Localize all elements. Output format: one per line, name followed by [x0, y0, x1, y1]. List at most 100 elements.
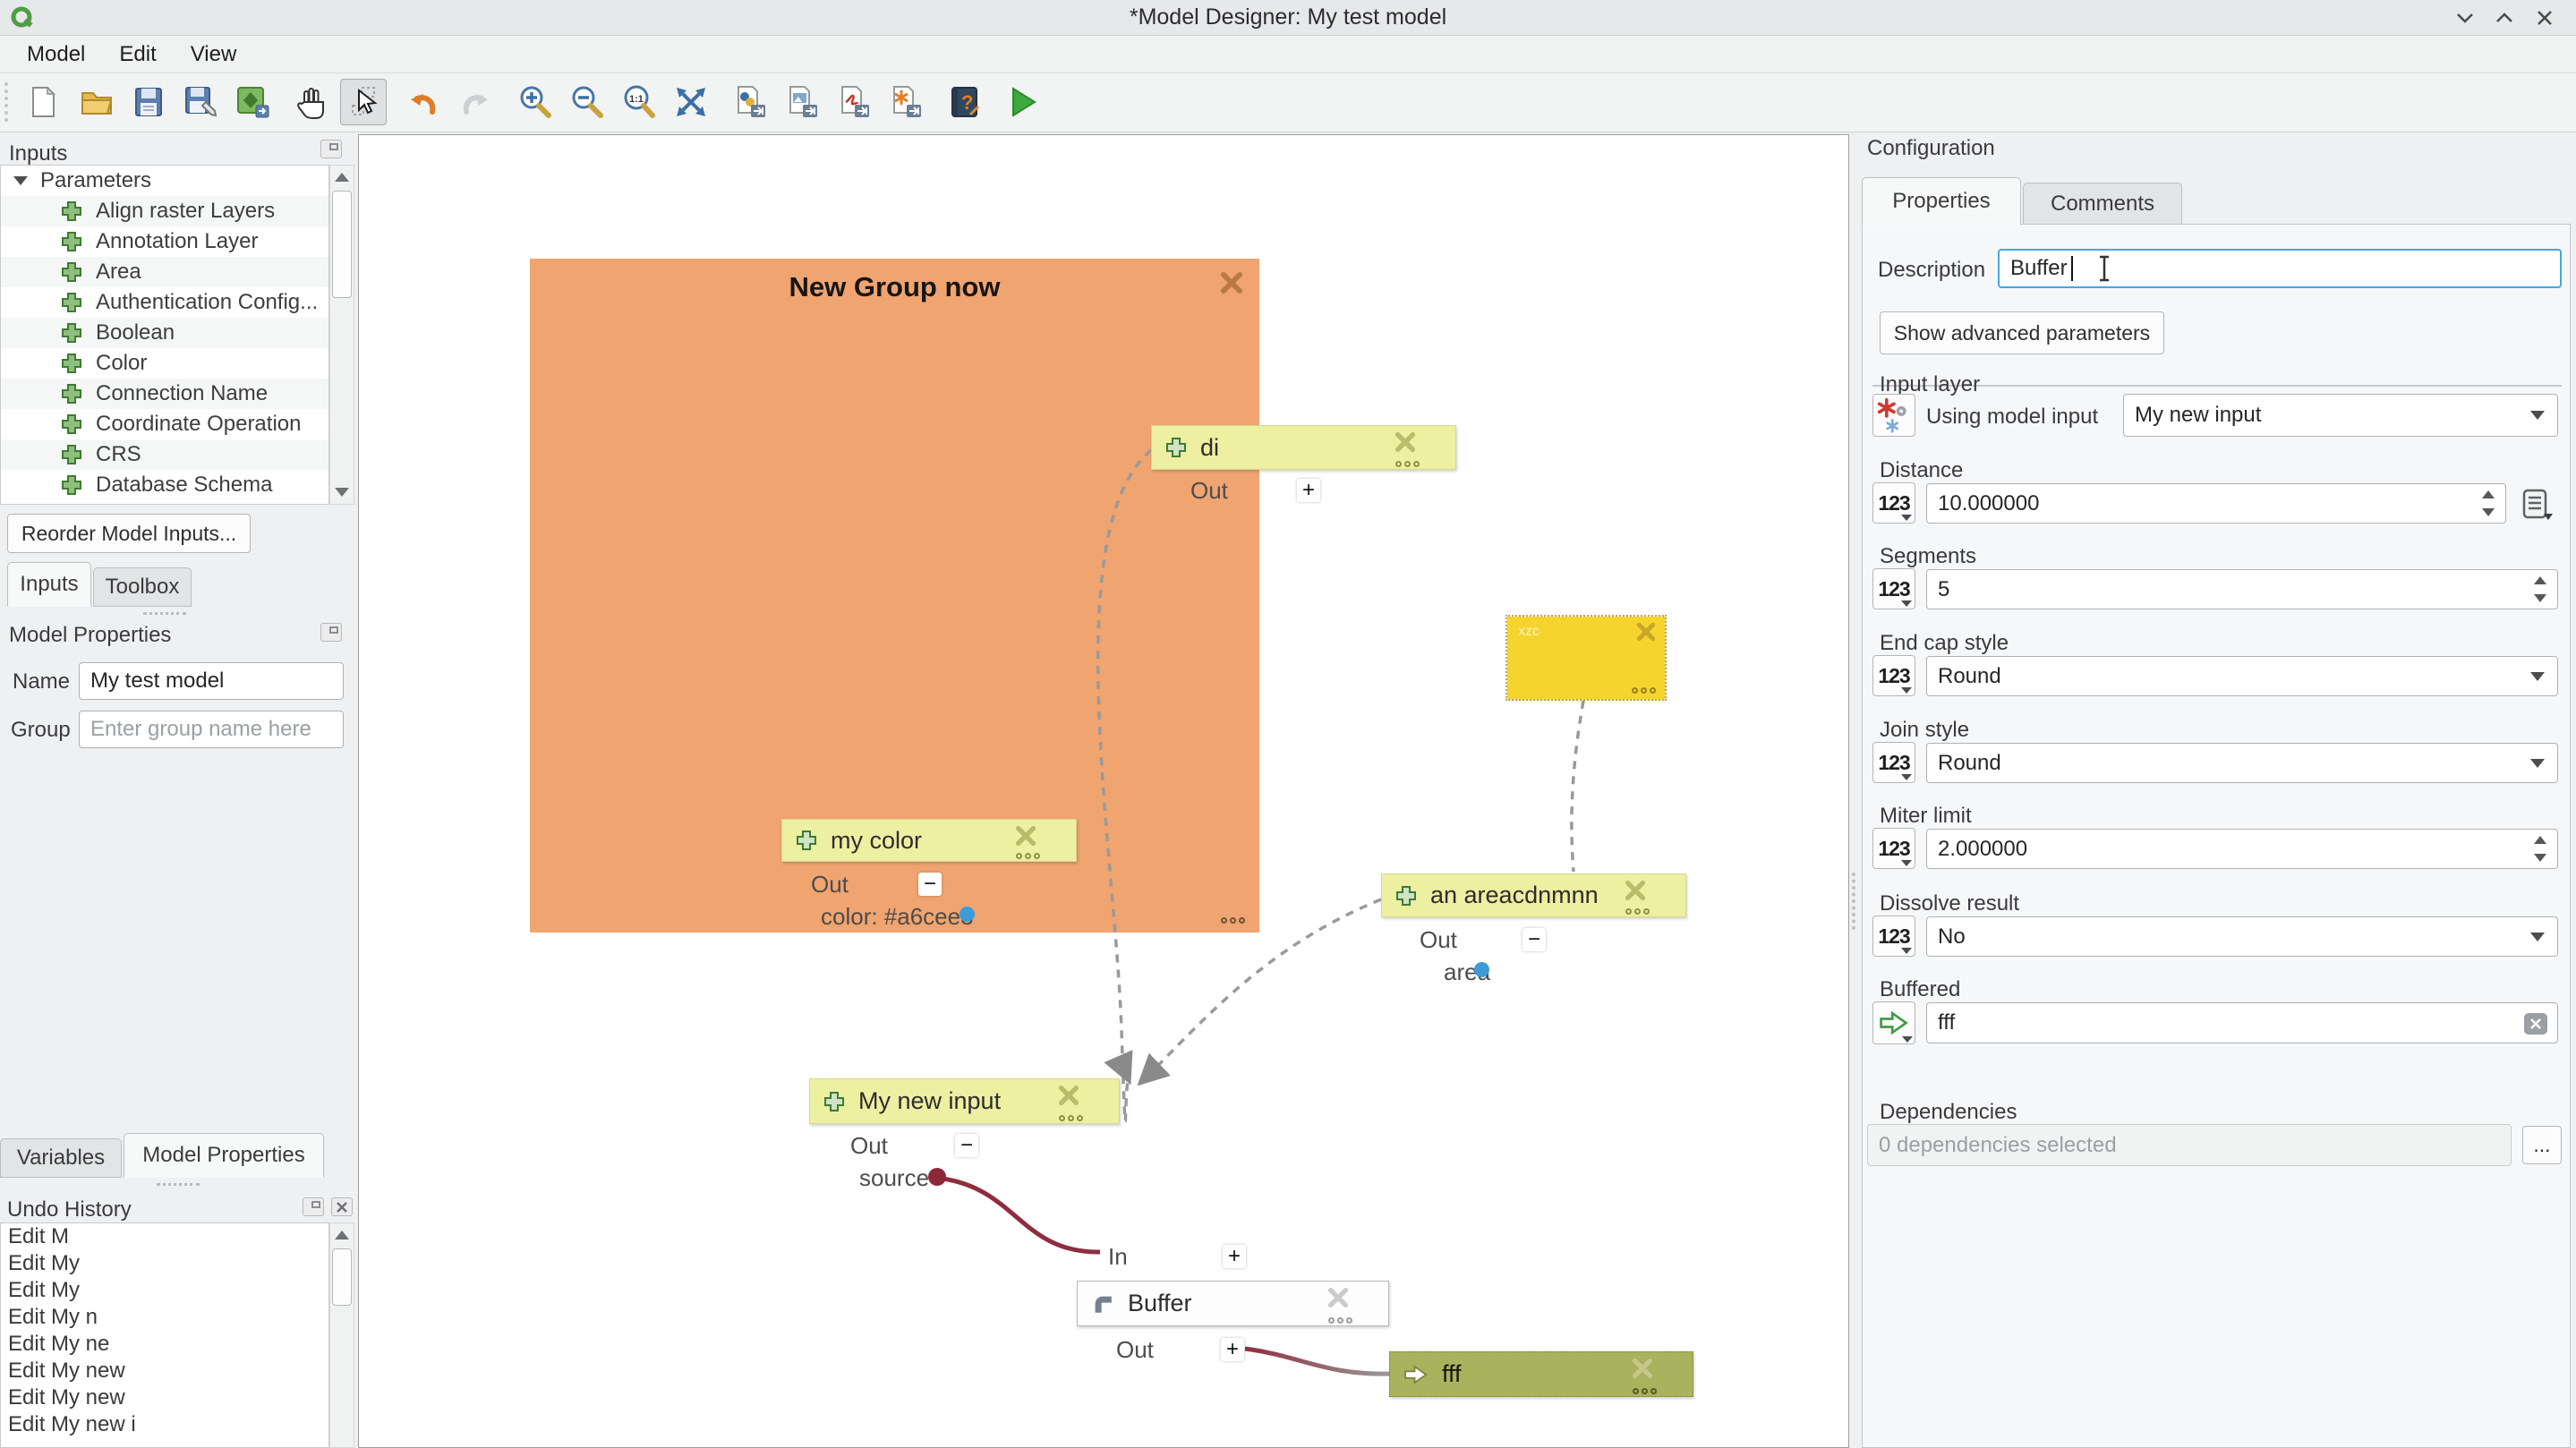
dependencies-more-button[interactable]: ...: [2522, 1126, 2562, 1164]
delete-node-icon[interactable]: [1015, 825, 1036, 847]
spin-arrows-icon[interactable]: [2527, 573, 2554, 606]
dock-splitter-handle[interactable]: [143, 612, 186, 615]
distance-iterate-icon[interactable]: [2517, 487, 2556, 527]
parameter-item[interactable]: CRS: [1, 439, 328, 470]
parameter-item[interactable]: Align raster Layers: [1, 196, 328, 226]
port-toggle[interactable]: +: [1221, 1338, 1244, 1361]
save-model-icon[interactable]: [125, 79, 172, 125]
model-canvas[interactable]: New Group now xzc di Out + my color Out: [358, 134, 1849, 1448]
show-advanced-parameters-button[interactable]: Show advanced parameters: [1880, 311, 2164, 354]
parameter-item[interactable]: Color: [1, 348, 328, 379]
tab-comments[interactable]: Comments: [2023, 183, 2182, 226]
parameter-item[interactable]: Database Schema: [1, 470, 328, 500]
menu-item[interactable]: View: [176, 38, 252, 71]
model-group-input[interactable]: Enter group name here: [79, 711, 344, 748]
close-window-icon[interactable]: [2535, 9, 2555, 27]
end-cap-type-badge[interactable]: 123: [1872, 655, 1915, 696]
tab-variables[interactable]: Variables: [0, 1138, 122, 1178]
undo-history-item[interactable]: Edit My new: [8, 1384, 328, 1411]
join-style-select[interactable]: Round: [1926, 743, 2558, 783]
buffered-name-input[interactable]: fff: [1926, 1002, 2558, 1043]
delete-group-icon[interactable]: [1220, 271, 1243, 294]
undo-history-item[interactable]: Edit My: [8, 1250, 328, 1277]
node-di[interactable]: di: [1151, 425, 1456, 470]
inputs-float-icon[interactable]: [320, 140, 342, 158]
tab-properties[interactable]: Properties: [1862, 177, 2021, 226]
node-menu-dots-icon[interactable]: [1625, 908, 1650, 915]
dissolve-type-badge[interactable]: 123: [1872, 916, 1915, 957]
zoom-actual-icon[interactable]: 1:1: [616, 79, 662, 125]
node-menu-dots-icon[interactable]: [1059, 1115, 1083, 1121]
save-model-as-icon[interactable]: [177, 79, 224, 125]
delete-node-icon[interactable]: [1058, 1085, 1079, 1106]
undo-history-item[interactable]: Edit My: [8, 1277, 328, 1304]
parameter-item[interactable]: Coordinate Operation: [1, 409, 328, 439]
export-image-file-icon[interactable]: [779, 79, 825, 125]
miter-limit-type-badge[interactable]: 123: [1872, 828, 1915, 869]
parameter-item[interactable]: Area: [1, 257, 328, 287]
undo-history-item[interactable]: Edit My ne: [8, 1331, 328, 1358]
node-menu-dots-icon[interactable]: [1633, 1388, 1657, 1394]
minimize-icon[interactable]: [2454, 9, 2476, 27]
undo-history-item[interactable]: Edit M: [8, 1223, 328, 1250]
parameter-item[interactable]: Annotation Layer: [1, 226, 328, 257]
parameters-scrollbar[interactable]: [329, 165, 354, 505]
undo-history-float-icon[interactable]: [303, 1197, 324, 1216]
dissolve-result-select[interactable]: No: [1926, 916, 2558, 957]
segments-input[interactable]: 5: [1926, 569, 2558, 609]
clear-text-icon[interactable]: [2523, 1012, 2548, 1035]
tree-root-parameters[interactable]: Parameters: [1, 166, 328, 196]
menu-item[interactable]: Model: [13, 38, 99, 71]
port-toggle[interactable]: −: [1523, 928, 1546, 951]
segments-type-badge[interactable]: 123: [1872, 568, 1915, 609]
dock-splitter-handle-2[interactable]: [157, 1183, 200, 1186]
input-layer-source-icon[interactable]: [1872, 394, 1915, 437]
new-model-icon[interactable]: [20, 79, 66, 125]
model-properties-float-icon[interactable]: [320, 623, 342, 642]
source-dot[interactable]: [928, 1168, 946, 1186]
expand-arrow-icon[interactable]: [13, 176, 28, 185]
export-python-icon[interactable]: [727, 79, 773, 125]
comment-box[interactable]: xzc: [1507, 617, 1665, 699]
parameter-item[interactable]: Boolean: [1, 318, 328, 348]
description-input[interactable]: Buffer: [1998, 249, 2562, 288]
distance-input[interactable]: 10.000000: [1926, 483, 2506, 524]
tab-model-properties[interactable]: Model Properties: [124, 1133, 324, 1178]
export-pdf-icon[interactable]: [831, 79, 877, 125]
redo-icon[interactable]: [453, 79, 499, 125]
undo-history-close-icon[interactable]: [331, 1197, 353, 1216]
spin-arrows-icon[interactable]: [2475, 487, 2502, 520]
port-toggle[interactable]: +: [1297, 479, 1320, 502]
buffered-output-icon[interactable]: [1872, 1001, 1915, 1044]
node-menu-dots-icon[interactable]: [1395, 461, 1420, 467]
export-svg-icon[interactable]: [883, 79, 929, 125]
run-model-icon[interactable]: [999, 79, 1045, 125]
delete-comment-icon[interactable]: [1636, 622, 1656, 642]
comment-menu-dots-icon[interactable]: [1632, 687, 1656, 694]
node-an-area[interactable]: an areacdnmnn: [1381, 873, 1686, 917]
port-toggle[interactable]: +: [1223, 1245, 1246, 1268]
undo-history-item[interactable]: Edit My n: [8, 1304, 328, 1331]
node-menu-dots-icon[interactable]: [1328, 1317, 1352, 1324]
port-toggle[interactable]: −: [955, 1134, 978, 1157]
input-layer-select[interactable]: My new input: [2123, 394, 2558, 437]
pan-tool-icon[interactable]: [288, 79, 335, 125]
parameter-item[interactable]: Authentication Config...: [1, 287, 328, 318]
group-menu-dots-icon[interactable]: [1221, 917, 1245, 924]
dependencies-input[interactable]: 0 dependencies selected: [1867, 1124, 2512, 1166]
node-fff[interactable]: fff: [1389, 1351, 1693, 1397]
delete-node-icon[interactable]: [1632, 1358, 1653, 1379]
zoom-out-icon[interactable]: [564, 79, 610, 125]
undo-icon[interactable]: [399, 79, 446, 125]
tab-toolbox[interactable]: Toolbox: [93, 567, 192, 607]
toolbar-grip[interactable]: [4, 82, 8, 122]
miter-limit-input[interactable]: 2.000000: [1926, 829, 2558, 869]
zoom-in-icon[interactable]: [512, 79, 559, 125]
parameter-item[interactable]: Connection Name: [1, 379, 328, 409]
tab-inputs[interactable]: Inputs: [7, 562, 91, 607]
select-tool-icon[interactable]: [340, 79, 387, 125]
node-my-new-input[interactable]: My new input: [809, 1078, 1120, 1124]
maximize-icon[interactable]: [2494, 9, 2515, 27]
undo-history-item[interactable]: Edit My new i: [8, 1411, 328, 1438]
node-buffer[interactable]: Buffer: [1077, 1281, 1389, 1326]
